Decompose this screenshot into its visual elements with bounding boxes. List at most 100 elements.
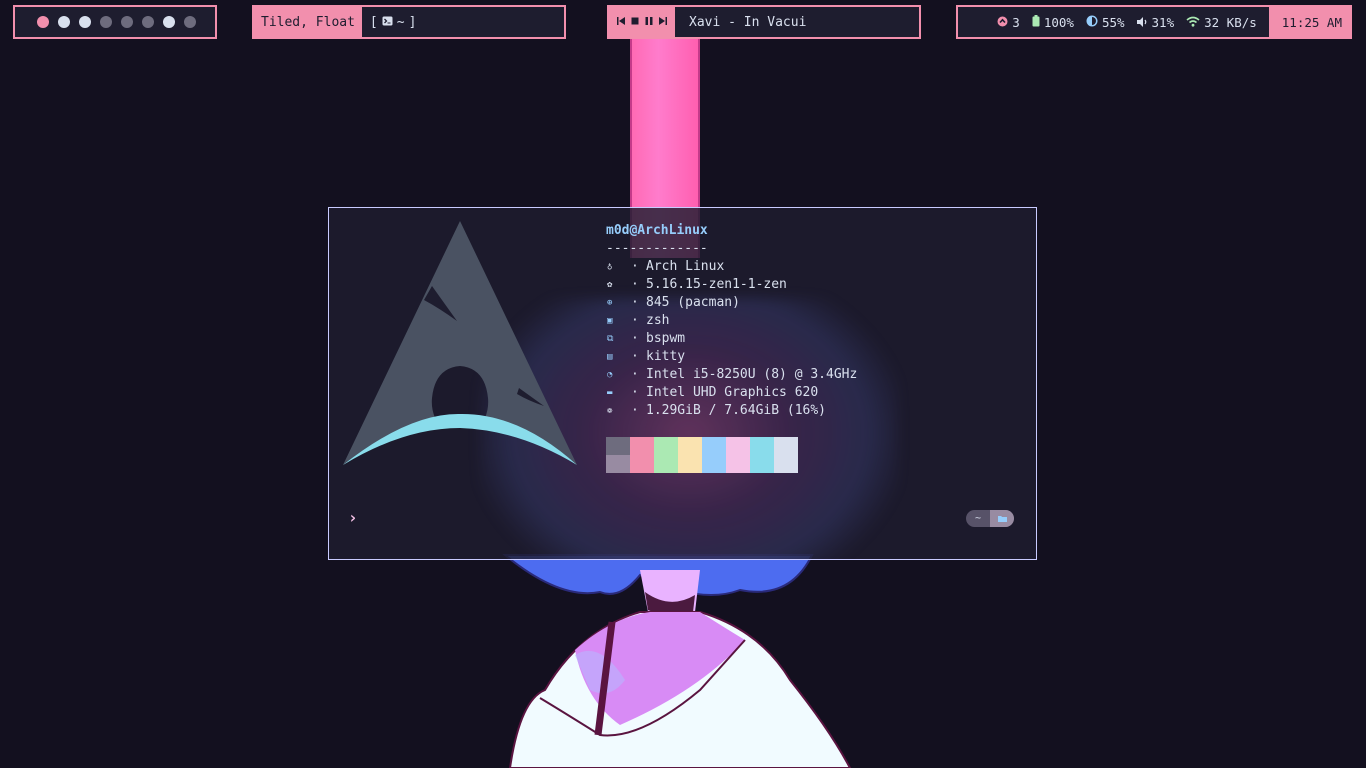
brightness-icon [1086,15,1098,30]
window-title-open-bracket: [ [369,14,378,30]
window-manager-icon: ⧉ [607,334,614,344]
fetch-info-bullet: · [631,277,639,292]
workspace-switcher [13,5,217,39]
network-indicator[interactable]: 32 KB/s [1186,15,1257,30]
player-controls [609,7,675,37]
palette-swatch [726,437,750,455]
shell-icon: ▣ [607,316,613,326]
fetch-info-value: Intel i5-8250U (8) @ 3.4GHz [646,367,858,382]
gpu-icon: ▬ [607,388,613,398]
terminal-icon [382,15,393,30]
fetch-host: m0d@ArchLinux [606,223,708,238]
fetch-info-bullet: · [631,367,639,382]
palette-swatch [630,437,654,455]
palette-swatch [726,455,750,473]
workspace-3-indicator[interactable] [78,16,91,28]
layout-mode[interactable]: Tiled, Float [254,7,362,37]
fetch-info-value: Intel UHD Graphics 620 [646,385,819,400]
fetch-info-row: ♁ · Arch Linux [606,258,857,276]
fetch-info-bullet: · [631,385,639,400]
fetch-separator: ------------- [606,241,708,256]
fetch-info-row: ◔ · Intel i5-8250U (8) @ 3.4GHz [606,366,857,384]
status-module: 3 100% 55% 31% 32 KB/s 11:25 AM [956,5,1352,39]
pause-icon[interactable] [645,16,653,28]
battery-value: 100% [1043,14,1074,30]
fetch-info-list: ♁ · Arch Linux ✿ · 5.16.15-zen1-1-zen ⊕ · 845 (p… [606,258,857,420]
memory-icon: ❁ [607,406,613,416]
arch-linux-logo [343,221,577,465]
terminal-app-icon: ▤ [607,352,613,362]
palette-swatch [678,437,702,455]
volume-indicator[interactable]: 31% [1136,14,1175,30]
fetch-info-row: ❁ · 1.29GiB / 7.64GiB (16%) [606,402,857,420]
workspace-5-indicator[interactable] [120,16,133,28]
cpu-icon: ◔ [607,370,613,380]
fetch-info-value: Arch Linux [646,259,725,274]
update-arrow-icon [997,15,1008,30]
layout-module: Tiled, Float [ ~ ] [252,5,566,39]
window-title: [ ~ ] [362,15,416,30]
palette-swatch [702,437,726,455]
palette-swatch [702,455,726,473]
fetch-info-row: ▣ · zsh [606,312,857,330]
fetch-info-bullet: · [631,331,639,346]
workspace-4-indicator[interactable] [99,16,112,28]
palette-swatch [750,455,774,473]
fetch-info-row: ⧉ · bspwm [606,330,857,348]
network-speed: 32 KB/s [1204,14,1257,30]
battery-indicator[interactable]: 100% [1032,14,1074,30]
workspace-2-indicator[interactable] [57,16,70,28]
palette-swatch [654,455,678,473]
workspace-1-indicator[interactable] [36,16,49,28]
package-icon: ⊕ [607,298,613,308]
fetch-info-row: ▬ · Intel UHD Graphics 620 [606,384,857,402]
fetch-info-bullet: · [631,403,639,418]
palette-swatch [774,455,798,473]
workspace-8-indicator[interactable] [183,16,196,28]
updates-indicator[interactable]: 3 [997,15,1020,30]
workspace-7-indicator[interactable] [162,16,175,28]
fetch-info-bullet: · [631,349,639,364]
shell-prompt[interactable]: › [348,508,358,527]
stop-icon[interactable] [631,17,639,28]
palette-swatch [750,437,774,455]
fetch-info-value: bspwm [646,331,686,346]
palette-swatch [774,437,798,455]
current-song[interactable]: Xavi - In Vacui [675,15,806,30]
kernel-gear-icon: ✿ [607,280,613,290]
previous-icon[interactable] [617,16,625,28]
volume-value: 31% [1151,14,1175,30]
fetch-info-row: ✿ · 5.16.15-zen1-1-zen [606,276,857,294]
fetch-info-row: ▤ · kitty [606,348,857,366]
volume-icon [1136,15,1148,30]
clock[interactable]: 11:25 AM [1268,7,1350,37]
folder-icon [990,510,1014,527]
window-title-text: ~ [396,14,405,30]
color-palette [606,437,798,473]
palette-swatch [630,455,654,473]
updates-count: 3 [1012,14,1020,30]
fetch-info-bullet: · [631,295,639,310]
cwd-indicator: ~ [966,510,1014,527]
fetch-info-bullet: · [631,313,639,328]
palette-swatch [606,455,630,473]
cwd-text: ~ [974,513,982,524]
brightness-value: 55% [1101,14,1125,30]
next-icon[interactable] [659,16,667,28]
brightness-indicator[interactable]: 55% [1086,15,1125,30]
palette-swatch [654,437,678,455]
arch-icon: ♁ [607,262,613,272]
fetch-info-value: zsh [646,313,670,328]
fetch-info-value: 845 (pacman) [646,295,740,310]
terminal-window[interactable]: m0d@ArchLinux ------------- ♁ · Arch Linux… [328,207,1037,560]
fetch-info-value: 5.16.15-zen1-1-zen [646,277,787,292]
fetch-output: m0d@ArchLinux ------------- ♁ · Arch Linux… [606,222,857,420]
wifi-icon [1186,15,1200,30]
music-player-module: Xavi - In Vacui [607,5,921,39]
fetch-info-value: kitty [646,349,686,364]
fetch-info-bullet: · [631,259,639,274]
window-title-close-bracket: ] [408,14,417,30]
battery-icon [1032,14,1040,30]
fetch-info-value: 1.29GiB / 7.64GiB (16%) [646,403,827,418]
workspace-6-indicator[interactable] [141,16,154,28]
